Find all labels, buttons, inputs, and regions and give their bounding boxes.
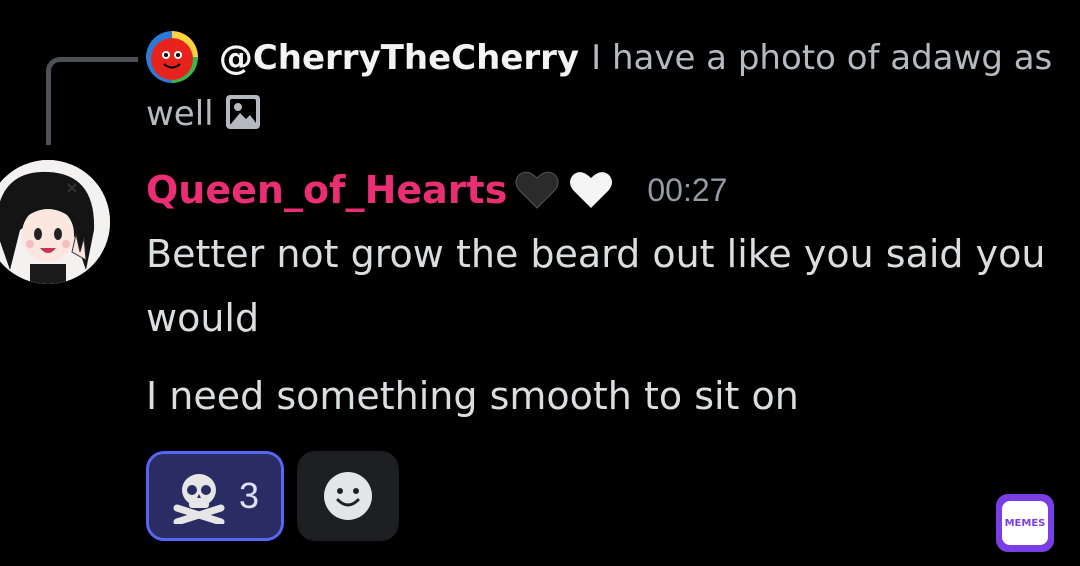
black-heart-icon [515,171,559,209]
image-icon [225,95,260,129]
reply-text: I have a photo of adawg as [591,38,1053,78]
reaction-count: 3 [238,475,260,516]
smiley-face-icon [324,472,372,520]
message-text-line-2: would [146,296,260,340]
reply-preview[interactable]: @CherryTheCherry I have a photo of adawg … [146,30,1076,142]
message-timestamp: 00:27 [647,171,728,208]
add-reaction-button[interactable] [297,451,399,541]
reaction-skull[interactable]: 3 [146,451,284,541]
reply-text-line2: well [146,94,214,134]
message-text-line-1: Better not grow the beard out like you s… [146,232,1046,276]
anime-girl-avatar-icon [0,160,110,284]
reply-avatar-icon[interactable] [146,31,198,83]
memes-watermark-logo: MEMES [996,494,1054,552]
reply-username[interactable]: @CherryTheCherry [219,38,579,78]
message-text-second: I need something smooth to sit on [146,374,799,418]
white-heart-icon [570,172,613,208]
reply-connector-line [46,57,138,145]
memes-watermark-text: MEMES [1004,517,1046,529]
skull-and-crossbones-icon [173,474,225,524]
message-header: Queen_of_Hearts 00:27 [146,160,727,220]
user-avatar[interactable] [0,160,110,284]
username[interactable]: Queen_of_Hearts [146,168,507,212]
